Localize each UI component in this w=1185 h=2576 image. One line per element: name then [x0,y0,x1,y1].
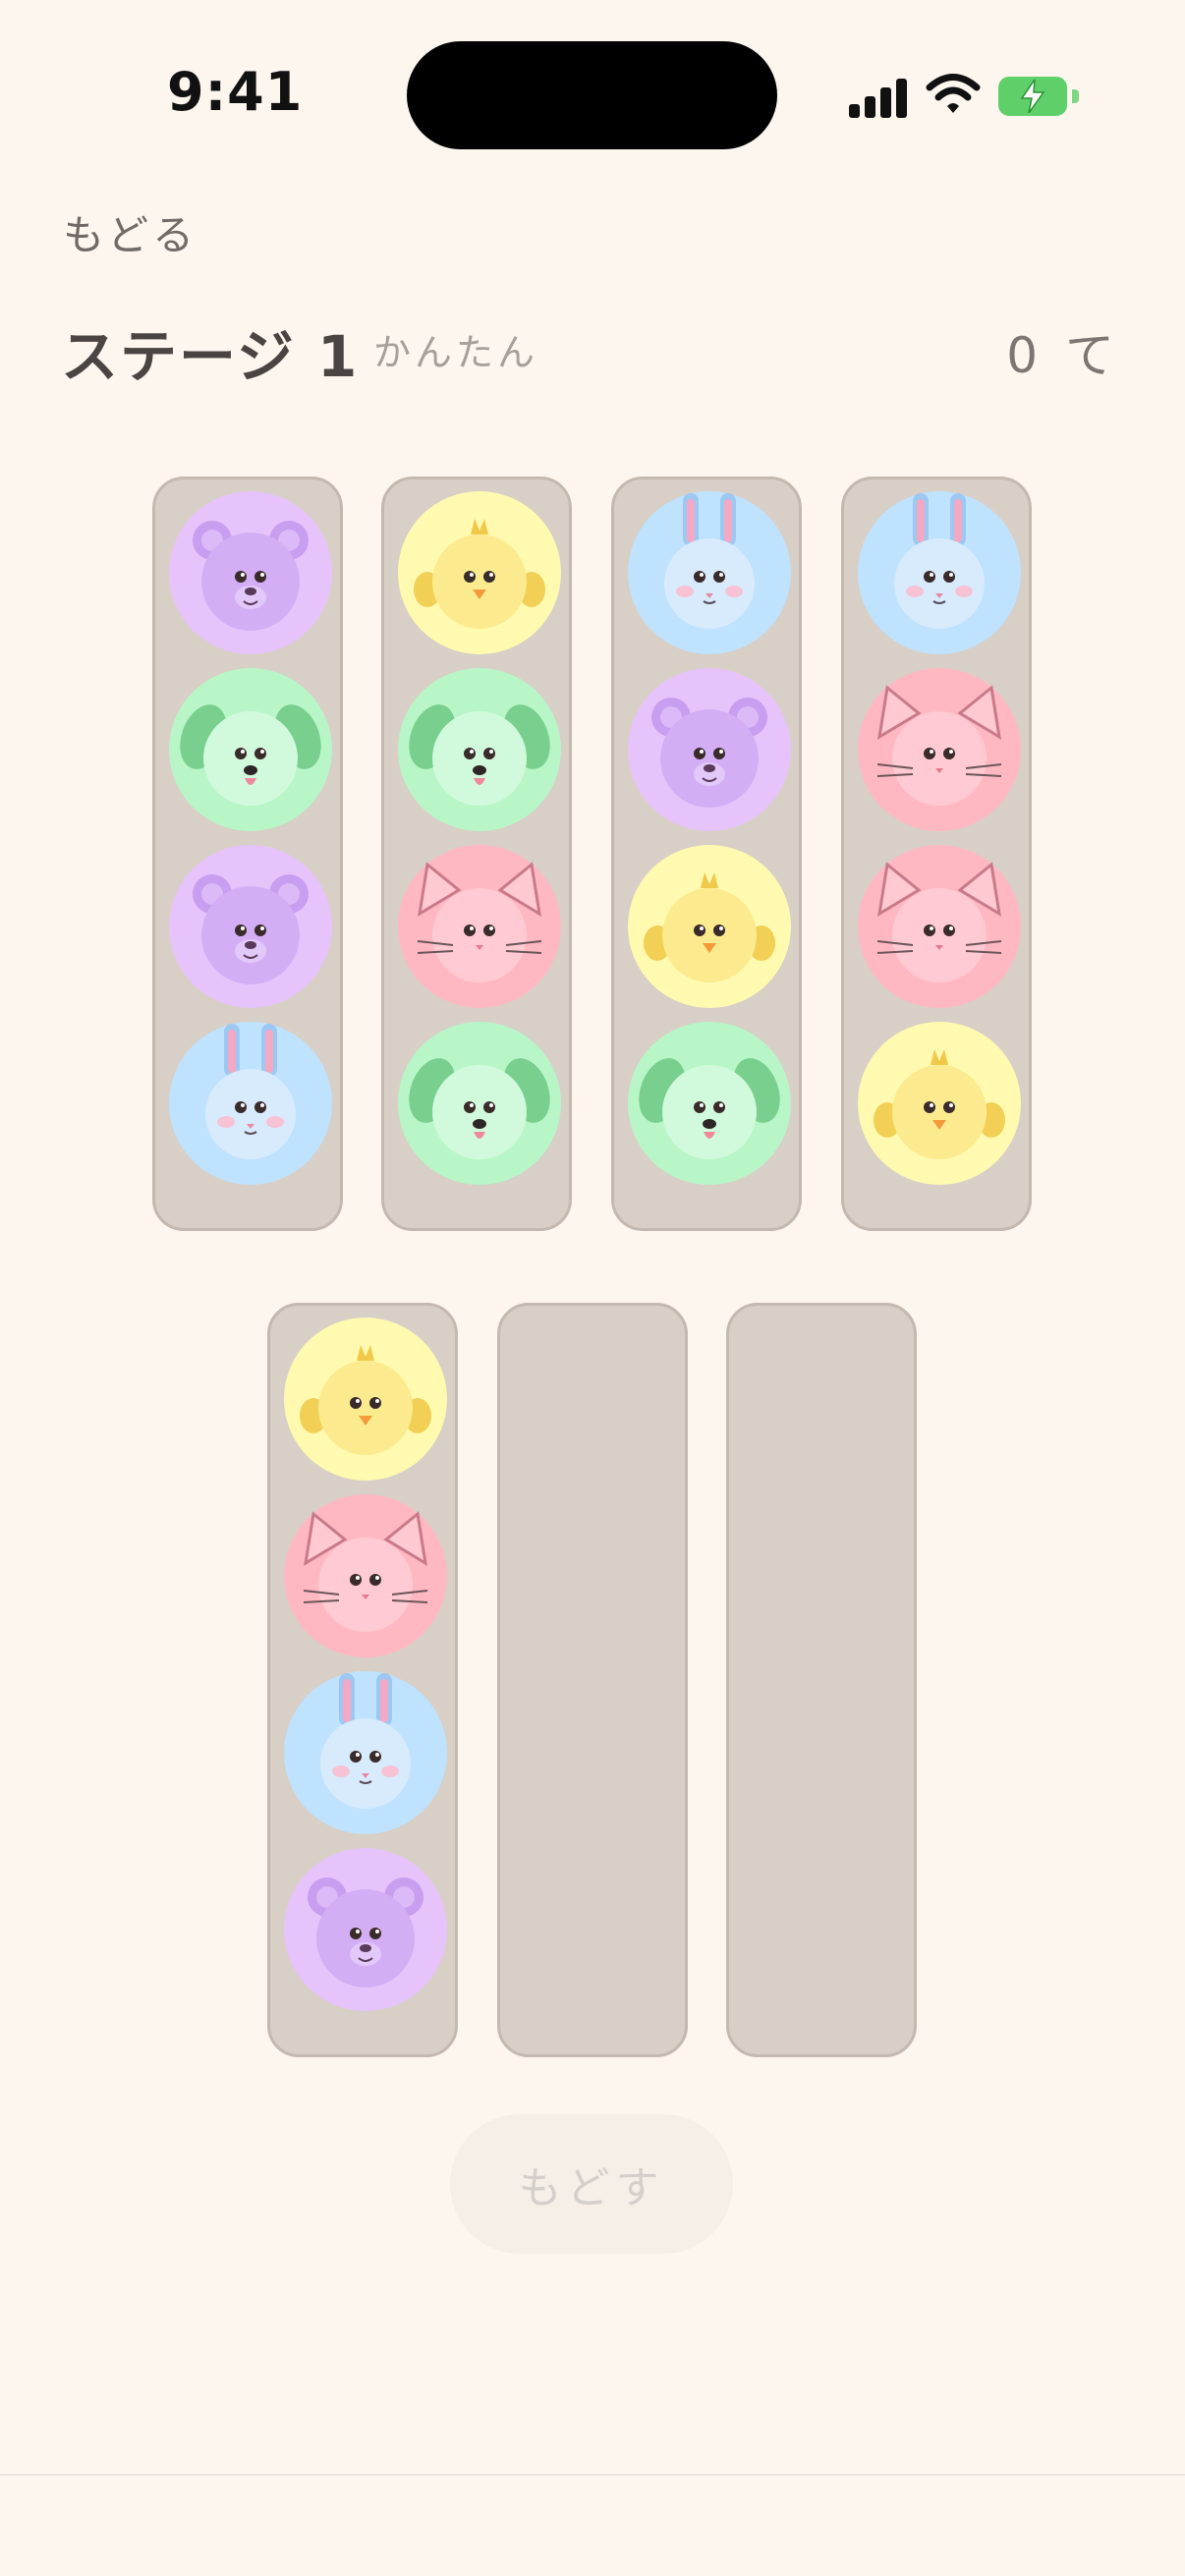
tube-1[interactable] [152,476,343,1231]
move-counter: 0 て [1006,327,1120,384]
tube-3[interactable] [611,476,802,1231]
bear-icon [169,491,332,654]
cat-icon [858,668,1021,831]
tube-4[interactable] [841,476,1032,1231]
tube-6[interactable] [497,1303,688,2057]
cat-icon [858,845,1021,1008]
undo-button[interactable]: もどす [450,2114,733,2254]
bear-icon [628,668,791,831]
cat-icon [284,1494,447,1657]
dog-icon [398,1022,561,1185]
tube-2[interactable] [381,476,572,1231]
cat-icon [398,845,561,1008]
dynamic-island [407,41,777,149]
chick-icon [628,845,791,1008]
battery-charging-icon [998,77,1079,116]
rabbit-icon [628,491,791,654]
dog-icon [169,668,332,831]
wifi-icon [926,73,981,116]
dog-icon [628,1022,791,1185]
stage-title: ステージ 1 [61,323,360,390]
chick-icon [398,491,561,654]
back-button[interactable]: もどる [63,202,198,262]
chick-icon [284,1317,447,1481]
rabbit-icon [284,1671,447,1834]
difficulty-label: かんたん [373,331,539,374]
rabbit-icon [169,1022,332,1185]
rabbit-icon [858,491,1021,654]
bear-icon [284,1848,447,2011]
cellular-signal-icon [849,77,908,118]
bear-icon [169,845,332,1008]
bottom-divider [0,2474,1185,2476]
tube-7[interactable] [726,1303,917,2057]
chick-icon [858,1022,1021,1185]
tube-5[interactable] [267,1303,458,2057]
dog-icon [398,668,561,831]
status-time: 9:41 [167,61,304,123]
